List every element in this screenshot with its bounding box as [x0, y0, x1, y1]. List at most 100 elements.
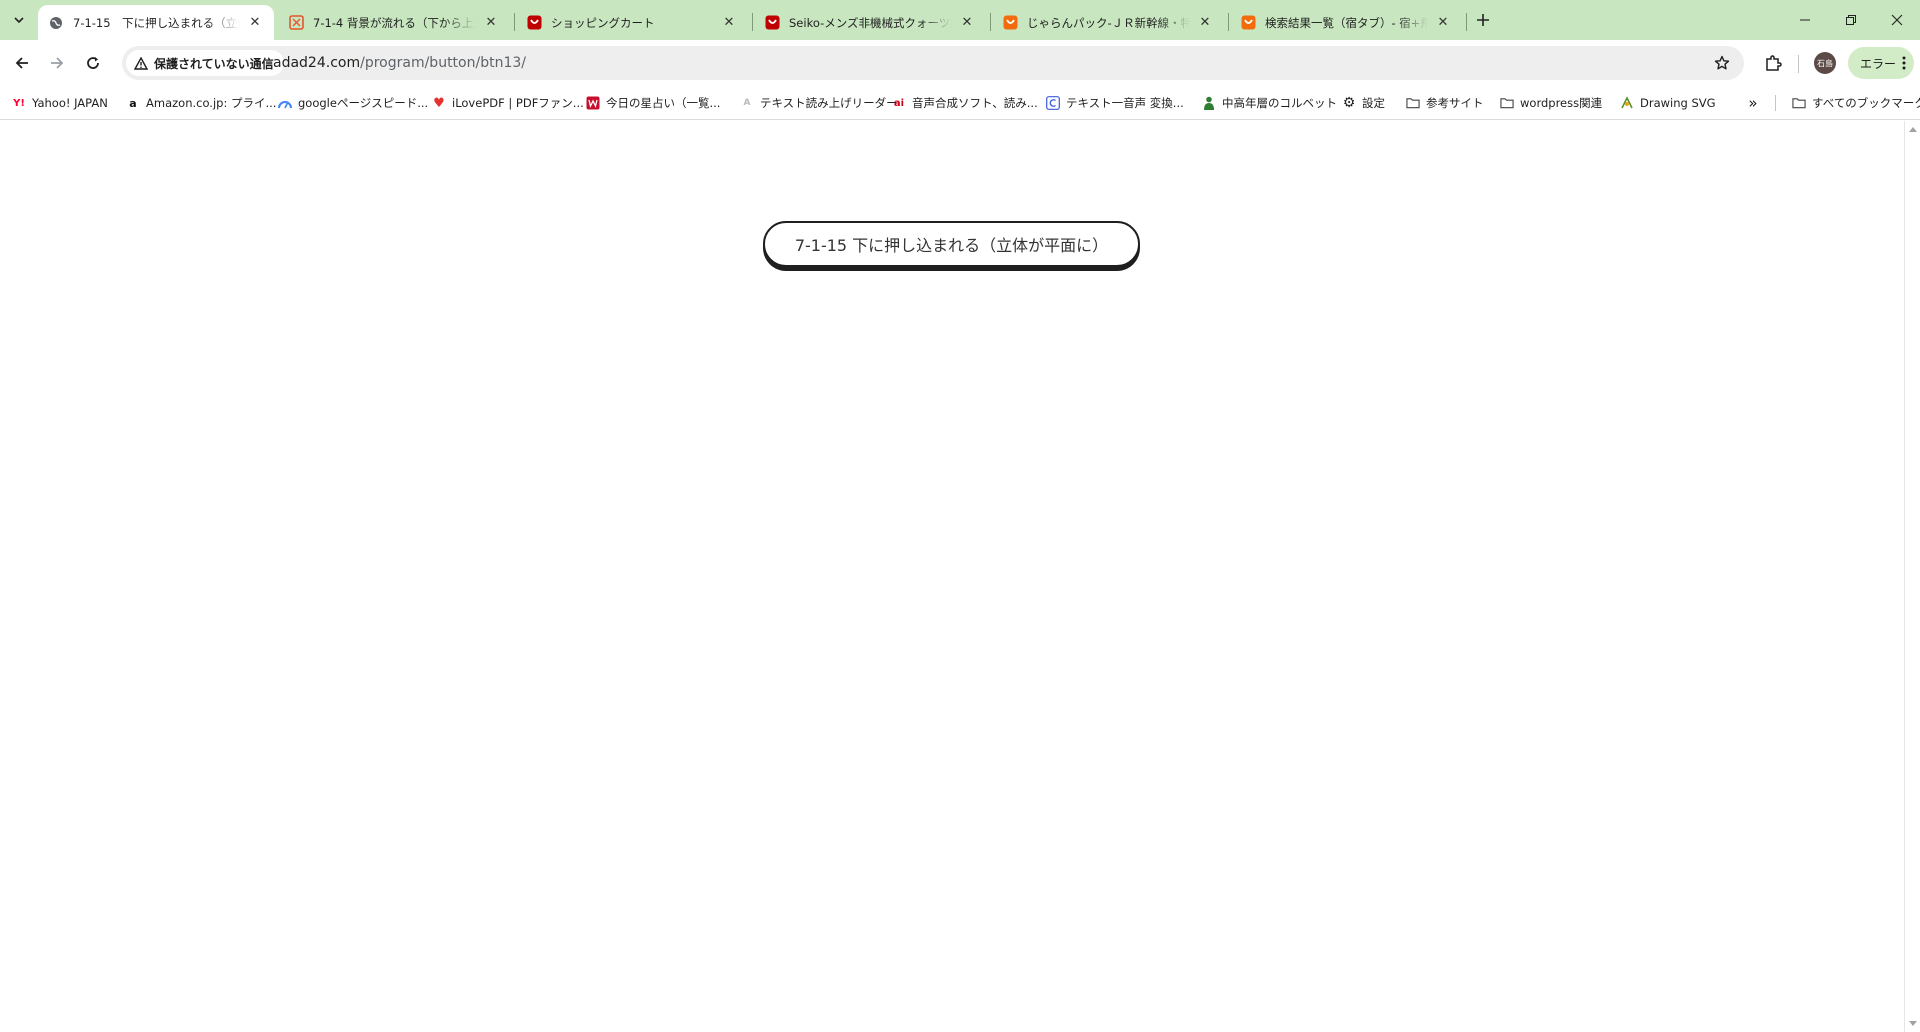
forward-button[interactable]	[43, 49, 71, 77]
error-label: エラー	[1860, 56, 1897, 71]
tab-separator	[1466, 13, 1467, 31]
reload-icon	[87, 57, 99, 69]
close-window-button[interactable]	[1874, 0, 1920, 40]
close-icon[interactable]: ✕	[720, 14, 738, 32]
bookmark-label: テキスト読み上げリーダー	[760, 96, 898, 110]
restore-icon	[1846, 15, 1856, 25]
bookmark-item[interactable]: 参考サイト	[1406, 93, 1484, 113]
tab-title: 7-1-15 下に押し込まれる（立体が平面に）	[73, 15, 240, 30]
chevron-down-icon	[14, 17, 24, 24]
gear-icon: ⚙	[1342, 95, 1356, 111]
bookmark-label: 中高年層のコルベット	[1222, 96, 1337, 110]
bookmark-label: 参考サイト	[1426, 96, 1484, 110]
tab-title: ショッピングカート	[551, 15, 655, 30]
bookmark-item[interactable]: ♥ iLovePDF | PDFファン...	[432, 93, 584, 113]
security-label: 保護されていない通信	[154, 56, 274, 71]
url-path: /program/button/btn13/	[360, 55, 526, 71]
bookmarks-bar: Y! Yahoo! JAPAN a Amazon.co.jp: プライ... g…	[0, 86, 1920, 120]
c-icon	[1046, 96, 1060, 110]
page-viewport: 7-1-15 下に押し込まれる（立体が平面に）	[0, 121, 1904, 1032]
close-icon[interactable]: ✕	[246, 14, 264, 32]
tab-title: じゃらんパック-ＪＲ新幹線・特急＋宿	[1027, 15, 1190, 30]
tab-item[interactable]: Seiko-メンズ非機械式クォーツ腕時計 ✕	[754, 5, 986, 40]
tab-item[interactable]: 検索結果一覧（宿タブ）- 宿+飛行機 ✕	[1230, 5, 1462, 40]
tab-separator	[752, 13, 753, 31]
bookmark-item[interactable]: a Amazon.co.jp: プライ...	[126, 93, 276, 113]
scroll-up-arrow[interactable]	[1909, 127, 1917, 132]
security-chip[interactable]: 保護されていない通信	[126, 50, 284, 76]
bookmark-label: Drawing SVG	[1640, 96, 1716, 110]
svg-icon	[1620, 96, 1634, 110]
error-menu-button[interactable]: エラー	[1848, 47, 1914, 79]
bookmark-item[interactable]: wordpress関連	[1500, 93, 1602, 113]
bookmarks-overflow-button[interactable]: »	[1744, 94, 1762, 112]
person-icon	[1202, 96, 1216, 110]
tab-title: Seiko-メンズ非機械式クォーツ腕時計	[789, 15, 952, 30]
bookmark-label: googleページスピード...	[298, 96, 429, 110]
bookmark-item[interactable]: googleページスピード...	[278, 93, 428, 113]
bookmark-label: Yahoo! JAPAN	[32, 96, 108, 110]
jalan-icon	[1240, 15, 1256, 31]
bookmark-label: 音声合成ソフト、読み...	[912, 96, 1038, 110]
bookmark-item[interactable]: A テキスト読み上げリーダー	[740, 93, 898, 113]
tab-separator	[1228, 13, 1229, 31]
tab-item[interactable]: じゃらんパック-ＪＲ新幹線・特急＋宿 ✕	[992, 5, 1224, 40]
bookmark-item[interactable]: 今日の星占い（一覧...	[586, 93, 720, 113]
bookmark-label: iLovePDF | PDFファン...	[452, 96, 584, 110]
browser-toolbar: 保護されていない通信 adad24.com/program/button/btn…	[0, 40, 1920, 86]
url-host: adad24.com	[273, 55, 361, 71]
all-bookmarks-label: すべてのブックマーク	[1812, 96, 1920, 110]
close-icon[interactable]: ✕	[1196, 14, 1214, 32]
puzzle-icon	[1766, 55, 1782, 71]
tab-item[interactable]: 7-1-4 背景が流れる（下から上） ✕	[278, 5, 510, 40]
scroll-down-arrow[interactable]	[1909, 1021, 1917, 1026]
close-icon[interactable]: ✕	[958, 14, 976, 32]
tab-active[interactable]: 7-1-15 下に押し込まれる（立体が平面に） ✕	[38, 5, 274, 40]
extensions-button[interactable]	[1760, 50, 1786, 76]
tab-strip: 7-1-15 下に押し込まれる（立体が平面に） ✕ 7-1-4 背景が流れる（下…	[0, 0, 1920, 40]
new-tab-button[interactable]	[1470, 8, 1496, 32]
vertical-scrollbar[interactable]	[1904, 121, 1920, 1032]
bookmark-item[interactable]: ⚙ 設定	[1342, 93, 1385, 113]
folder-icon	[1500, 96, 1514, 110]
close-icon[interactable]: ✕	[1434, 14, 1452, 32]
tab-title: 7-1-4 背景が流れる（下から上）	[313, 15, 476, 30]
all-bookmarks-button[interactable]: すべてのブックマーク	[1792, 93, 1920, 113]
profile-avatar[interactable]: 石島	[1814, 52, 1836, 74]
tab-item[interactable]: ショッピングカート ✕	[516, 5, 748, 40]
minimize-button[interactable]	[1782, 0, 1828, 40]
arrow-left-icon	[15, 57, 28, 69]
push-in-button[interactable]: 7-1-15 下に押し込まれる（立体が平面に）	[763, 221, 1140, 267]
star-icon	[1714, 55, 1730, 70]
url-text[interactable]: adad24.com/program/button/btn13/	[273, 55, 526, 71]
bookmark-label: テキスト一音声 変換...	[1066, 96, 1184, 110]
bookmark-item[interactable]: ai 音声合成ソフト、読み...	[892, 93, 1038, 113]
tab-separator	[514, 13, 515, 31]
bookmark-star-button[interactable]	[1712, 53, 1732, 73]
more-vert-icon	[1902, 56, 1906, 70]
bookmarks-separator	[1775, 95, 1776, 111]
bookmark-label: 今日の星占い（一覧...	[606, 96, 721, 110]
address-bar[interactable]: 保護されていない通信 adad24.com/program/button/btn…	[122, 46, 1744, 80]
close-icon[interactable]: ✕	[482, 14, 500, 32]
bookmark-item[interactable]: テキスト一音声 変換...	[1046, 93, 1184, 113]
minimize-icon	[1800, 19, 1810, 21]
restore-button[interactable]	[1828, 0, 1874, 40]
bookmark-label: Amazon.co.jp: プライ...	[146, 96, 277, 110]
heart-icon: ♥	[433, 95, 445, 111]
bookmark-item[interactable]: Y! Yahoo! JAPAN	[12, 93, 108, 113]
back-button[interactable]	[8, 49, 36, 77]
tab-title: 検索結果一覧（宿タブ）- 宿+飛行機	[1265, 15, 1428, 30]
reload-button[interactable]	[79, 49, 107, 77]
yahoo-icon: Y!	[13, 97, 25, 109]
grid-square-icon	[288, 15, 304, 31]
reader-icon: A	[743, 98, 751, 108]
rakuten-icon	[764, 15, 780, 31]
amazon-icon: a	[129, 96, 137, 110]
bookmark-item[interactable]: Drawing SVG	[1620, 93, 1716, 113]
warning-icon	[134, 56, 148, 70]
rakuten-icon	[526, 15, 542, 31]
tab-search-button[interactable]	[6, 8, 32, 32]
bookmark-item[interactable]: 中高年層のコルベット	[1202, 93, 1337, 113]
arrow-right-icon	[51, 57, 64, 69]
